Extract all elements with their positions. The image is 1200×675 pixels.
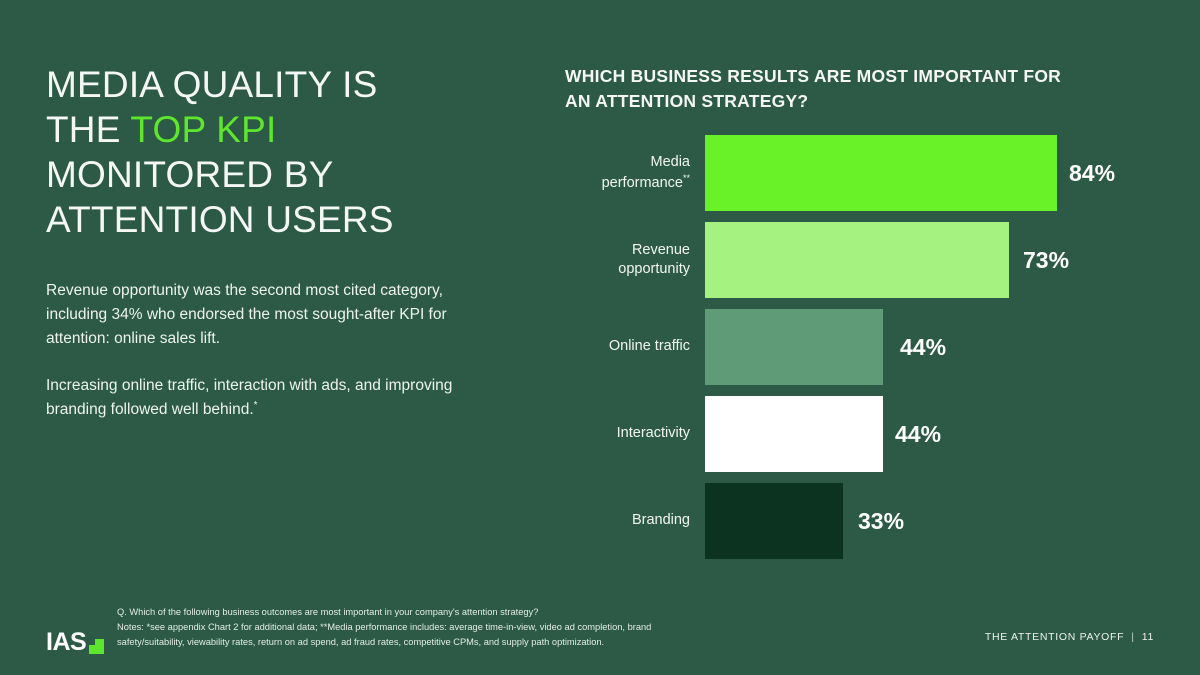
bar-label-line-2: opportunity (618, 261, 690, 277)
headline-accent-top-kpi: TOP KPI (130, 109, 277, 151)
bar-row: Online traffic 44% (565, 309, 1165, 385)
right-column: WHICH BUSINESS RESULTS ARE MOST IMPORTAN… (565, 64, 1155, 114)
bar-fill-revenue-opportunity (705, 222, 1009, 298)
headline-line-4: ATTENTION USERS (46, 199, 394, 241)
bar-track: 33% (705, 483, 1165, 559)
bar-value-online-traffic: 44% (900, 333, 947, 360)
bar-row: Branding 33% (565, 483, 1165, 559)
bar-row: Revenue opportunity 73% (565, 222, 1165, 298)
bar-fill-online-traffic (705, 309, 883, 385)
left-column: MEDIA QUALITY IS THE TOP KPI MONITORED B… (46, 62, 466, 422)
footnote-notes-line-1: Notes: *see appendix Chart 2 for additio… (117, 622, 652, 633)
bar-value-interactivity: 44% (895, 420, 942, 447)
chart-title: WHICH BUSINESS RESULTS ARE MOST IMPORTAN… (565, 66, 1062, 111)
ias-logo: IAS (46, 628, 105, 656)
bar-track: 73% (705, 222, 1165, 298)
bar-fill-media-performance (705, 135, 1057, 211)
headline-line-3: MONITORED BY (46, 154, 334, 196)
bar-fill-branding (705, 483, 843, 559)
bar-track: 84% (705, 135, 1165, 211)
bar-track: 44% (705, 309, 1165, 385)
bar-label-line-1: Revenue (631, 241, 690, 258)
bar-label-superscript: ** (682, 172, 690, 183)
bar-value-revenue-opportunity: 73% (1023, 246, 1070, 273)
page-number: 11 (1141, 631, 1154, 643)
bar-row: Interactivity 44% (565, 396, 1165, 472)
body-copy: Revenue opportunity was the second most … (46, 279, 466, 422)
footnote-question: Q. Which of the following business outco… (117, 607, 539, 617)
bar-label-media-performance: Media performance** (565, 135, 690, 211)
bar-label-line-1: Branding (631, 512, 690, 529)
bar-label-branding: Branding (565, 483, 690, 559)
footer-separator: | (1131, 631, 1135, 643)
bar-label-line-2: performance** (602, 173, 690, 193)
bar-label-line-2-text: performance (601, 174, 683, 191)
bar-label-line-1: Online traffic (608, 338, 690, 355)
body-paragraph-1: Revenue opportunity was the second most … (46, 281, 447, 347)
bar-value-media-performance: 84% (1069, 159, 1116, 186)
ias-logo-mark-icon (89, 639, 105, 654)
deck-title: THE ATTENTION PAYOFF (984, 631, 1125, 643)
footnotes: Q. Which of the following business outco… (117, 605, 817, 650)
bar-value-branding: 33% (858, 507, 905, 534)
bar-label-online-traffic: Online traffic (565, 309, 690, 385)
ias-logo-text: IAS (46, 628, 87, 656)
body-paragraph-2-superscript: * (253, 399, 258, 411)
bar-track: 44% (705, 396, 1165, 472)
body-paragraph-2-text: Increasing online traffic, interaction w… (46, 376, 453, 418)
bar-label-interactivity: Interactivity (565, 396, 690, 472)
headline-line-1: MEDIA QUALITY IS (46, 64, 378, 105)
page-title: MEDIA QUALITY IS THE TOP KPI MONITORED B… (46, 62, 466, 243)
bar-fill-interactivity (705, 396, 883, 472)
bar-row: Media performance** 84% (565, 135, 1165, 211)
bar-label-line-1: Interactivity (616, 425, 690, 442)
body-paragraph-2: Increasing online traffic, interaction w… (46, 374, 466, 422)
slide: MEDIA QUALITY IS THE TOP KPI MONITORED B… (0, 0, 1200, 675)
headline-line-2-prefix: THE (46, 109, 131, 151)
footer-meta: THE ATTENTION PAYOFF | 11 (985, 631, 1154, 643)
bar-label-line-1: Media (650, 154, 691, 171)
footnote-notes-line-2: safety/suitability, viewability rates, r… (117, 637, 605, 648)
bar-label-revenue-opportunity: Revenue opportunity (565, 222, 690, 298)
bar-chart: Media performance** 84% Revenue opportun… (565, 135, 1165, 565)
